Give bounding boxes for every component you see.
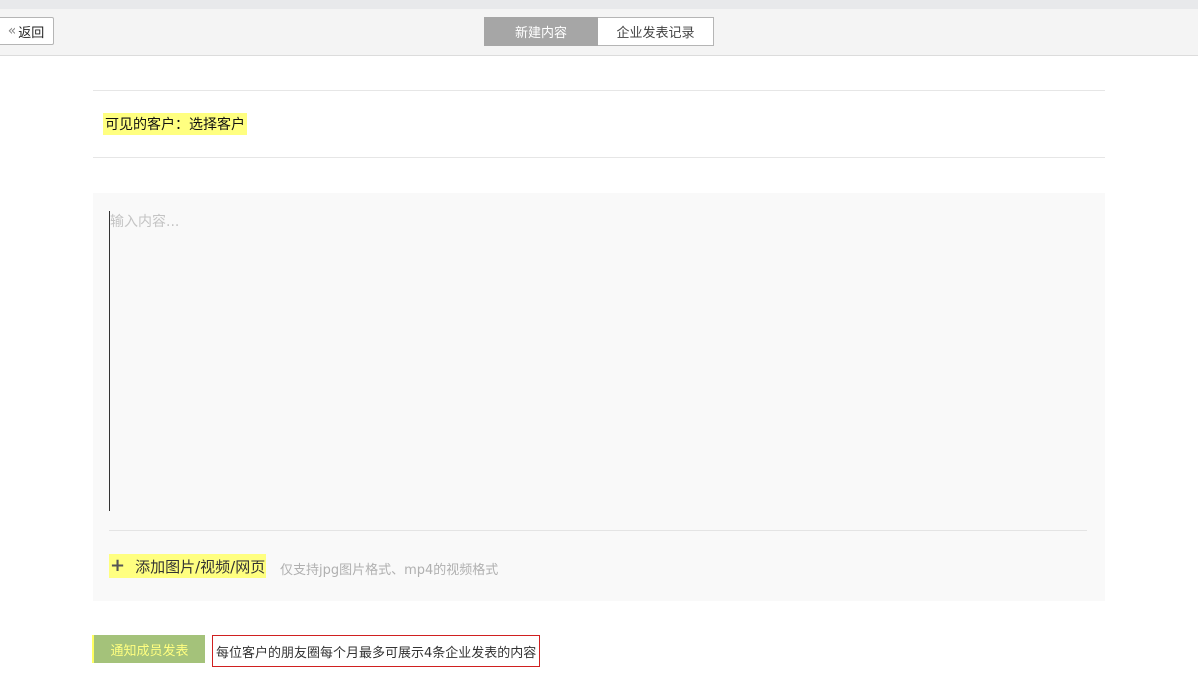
toolbar: « 返回 新建内容 企业发表记录 [0, 9, 1198, 56]
double-chevron-left-icon: « [7, 23, 17, 39]
back-button[interactable]: « 返回 [0, 17, 54, 45]
notify-members-button[interactable]: 通知成员发表 [92, 635, 205, 663]
top-strip [0, 0, 1198, 9]
divider-top [93, 90, 1105, 91]
publish-limit-notice: 每位客户的朋友圈每个月最多可展示4条企业发表的内容 [212, 635, 541, 667]
tab-group: 新建内容 企业发表记录 [484, 17, 714, 46]
tab-new-content[interactable]: 新建内容 [484, 17, 598, 46]
back-label: 返回 [18, 25, 45, 41]
select-customers-link[interactable]: 选择客户 [189, 114, 245, 134]
tab-publish-records[interactable]: 企业发表记录 [598, 17, 714, 46]
visible-customers-label: 可见的客户： [105, 117, 189, 133]
divider-middle [93, 157, 1105, 158]
visible-customers-row: 可见的客户： 选择客户 [103, 113, 247, 135]
plus-icon: + [110, 555, 126, 576]
content-input[interactable] [109, 211, 1086, 511]
editor-divider [109, 530, 1087, 531]
content-editor: + 添加图片/视频/网页 仅支持jpg图片格式、mp4的视频格式 [93, 193, 1105, 601]
add-media-label: 添加图片/视频/网页 [135, 557, 266, 576]
format-hint: 仅支持jpg图片格式、mp4的视频格式 [280, 563, 499, 578]
add-media-button[interactable]: + 添加图片/视频/网页 [109, 554, 267, 578]
